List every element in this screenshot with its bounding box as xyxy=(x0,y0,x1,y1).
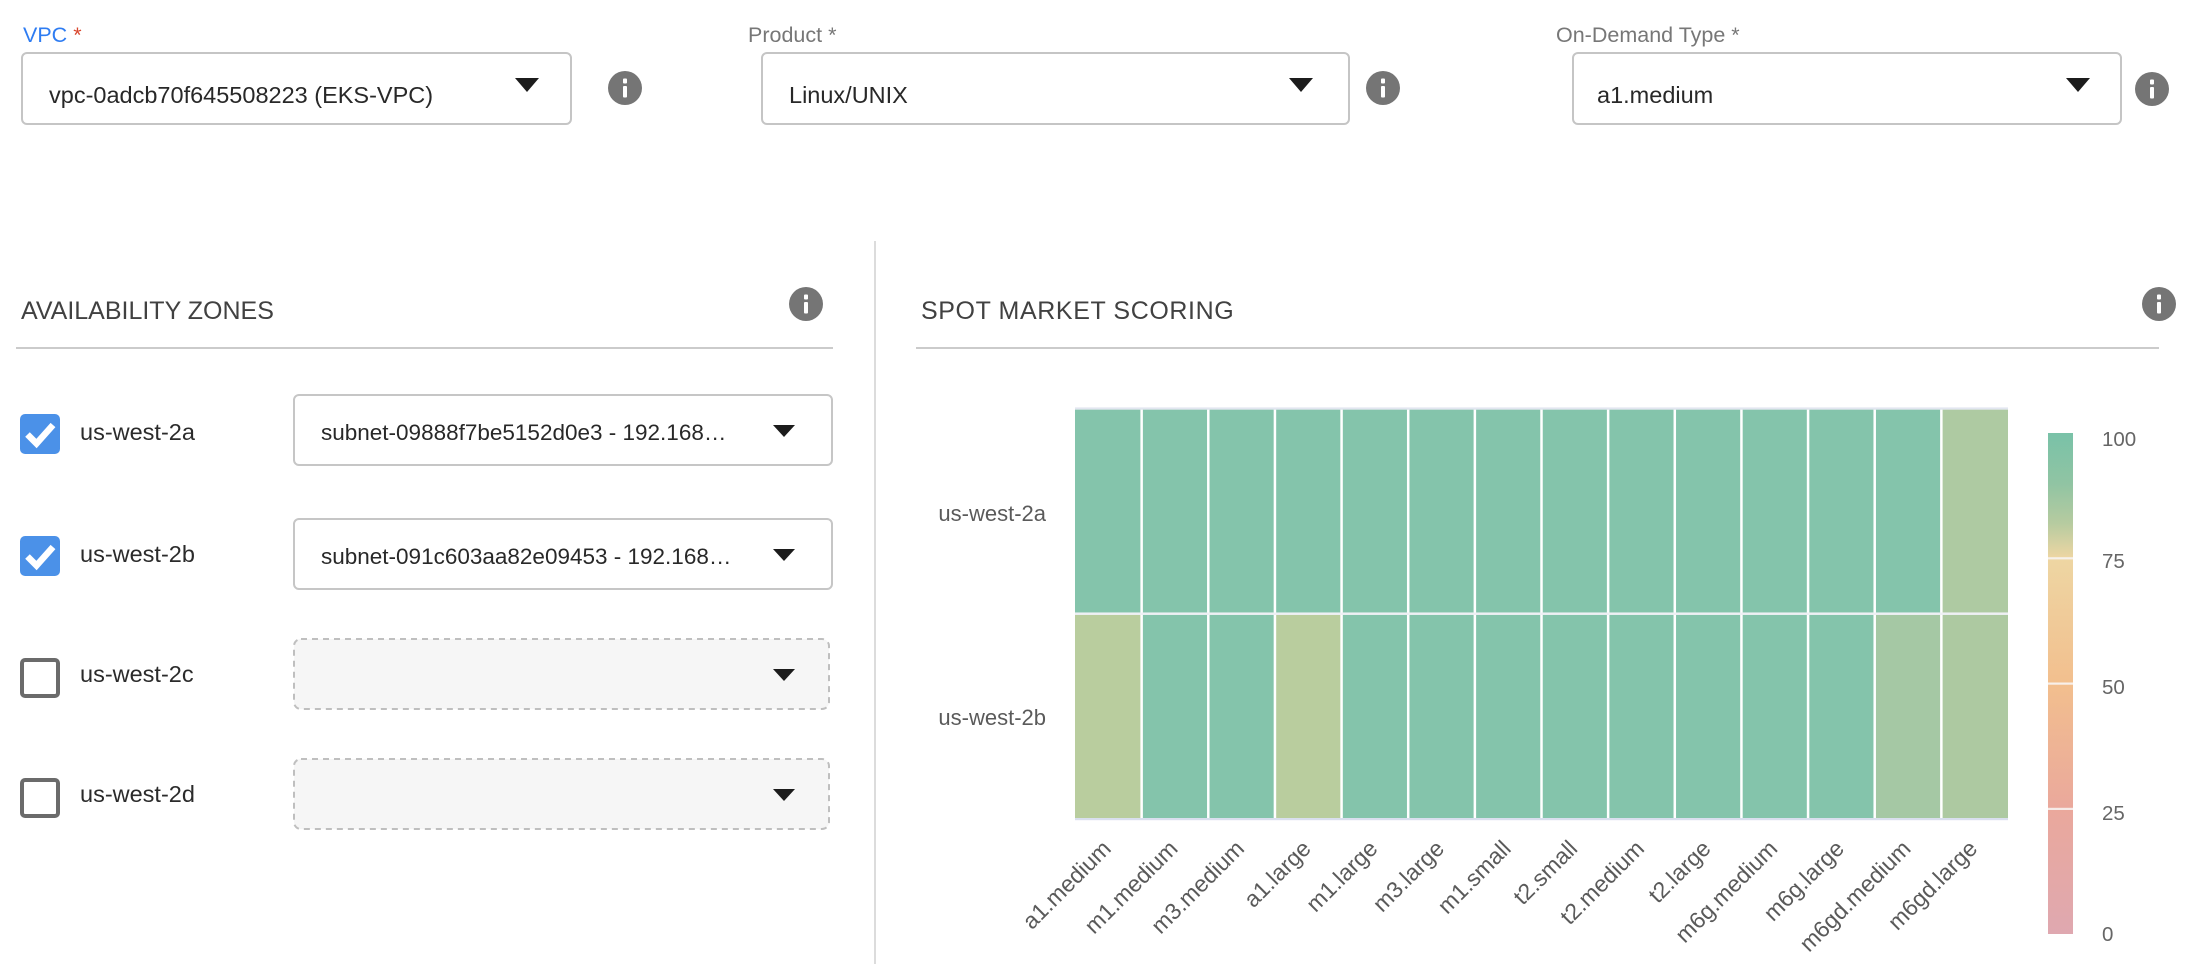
svg-text:0: 0 xyxy=(2102,923,2113,946)
svg-text:50: 50 xyxy=(2102,676,2125,699)
svg-text:75: 75 xyxy=(2102,550,2125,573)
svg-text:m1.small: m1.small xyxy=(1432,835,1515,918)
svg-text:us-west-2a: us-west-2a xyxy=(938,501,1046,526)
svg-text:100: 100 xyxy=(2102,428,2136,451)
svg-text:m1.large: m1.large xyxy=(1301,835,1383,917)
svg-text:us-west-2b: us-west-2b xyxy=(938,705,1046,730)
svg-text:25: 25 xyxy=(2102,802,2125,825)
